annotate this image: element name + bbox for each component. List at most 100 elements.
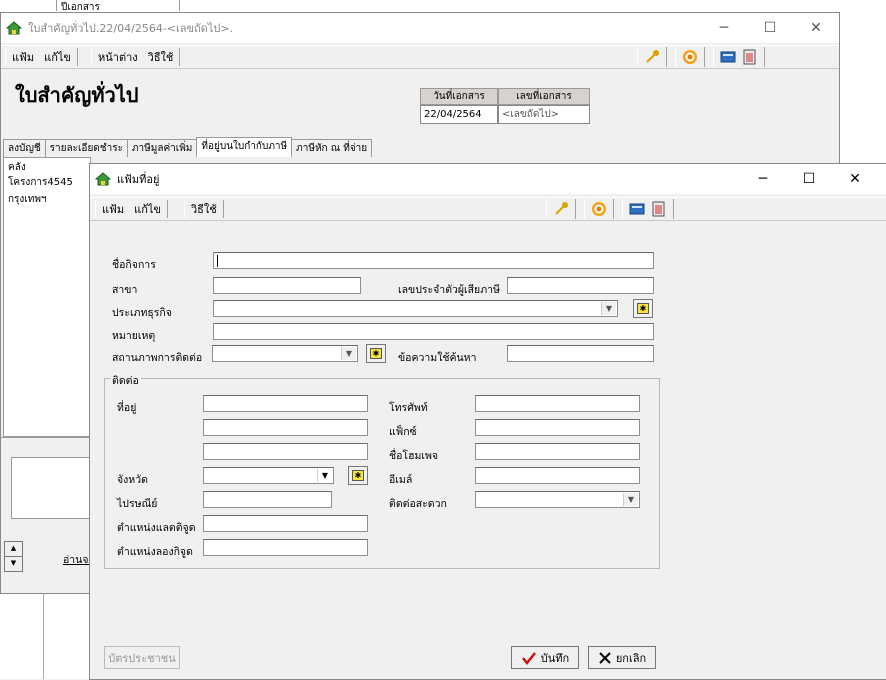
menu-help[interactable]: วิธีใช้ [148, 48, 174, 66]
background-area [838, 12, 886, 167]
dialog-title: แฟ้มที่อยู่ [117, 173, 160, 186]
background-area-left [0, 590, 90, 679]
cancel-button[interactable]: ยกเลิก [588, 646, 656, 669]
search-text-input[interactable] [507, 345, 654, 362]
chevron-down-icon[interactable]: ▼ [601, 302, 616, 315]
postcode-label: ไปรษณีย์ [117, 498, 158, 510]
menu-help[interactable]: วิธีใช้ [191, 200, 217, 218]
search-text-label: ข้อความใช้ค้นหา [398, 352, 477, 364]
target-icon[interactable] [591, 201, 607, 217]
province-label: จังหวัด [117, 474, 148, 486]
email-input[interactable] [475, 467, 640, 484]
notes-icon[interactable] [742, 49, 758, 65]
address-label: ที่อยู่ [117, 402, 137, 414]
chevron-down-icon[interactable]: ▼ [341, 347, 356, 360]
notes-icon[interactable] [651, 201, 667, 217]
menu-edit[interactable]: แก้ไข [44, 48, 71, 66]
memo-box[interactable] [11, 457, 91, 519]
tab-payment-detail[interactable]: รายละเอียดชำระ [44, 139, 128, 157]
address-line1-input[interactable] [203, 395, 368, 412]
folder-icon: ✱ [370, 348, 382, 359]
contact-status-label: สถานภาพการติดต่อ [112, 352, 203, 364]
id-card-button[interactable]: บัตรประชาชน [104, 646, 180, 669]
divider [1, 437, 89, 438]
business-type-select[interactable]: ▼ [213, 300, 618, 317]
background-divider [43, 590, 44, 679]
fax-label: แฟ็กซ์ [389, 426, 417, 438]
maximize-button[interactable]: ☐ [747, 13, 793, 43]
address-content-panel: คลังโครงการ4545 กรุงเทพฯ [3, 157, 91, 437]
chevron-down-icon[interactable]: ▼ [317, 469, 332, 482]
branch-input[interactable] [213, 277, 361, 294]
checkmark-icon [521, 651, 536, 665]
close-button[interactable]: ✕ [793, 13, 839, 43]
longitude-input[interactable] [203, 539, 368, 556]
key-icon[interactable] [644, 49, 660, 65]
menu-file[interactable]: แฟ้ม [12, 48, 34, 66]
folder-icon: ✱ [637, 303, 649, 314]
province-select[interactable]: ▼ [203, 467, 334, 484]
email-label: อีเมล์ [389, 474, 413, 486]
calculator-icon[interactable] [720, 49, 736, 65]
tab-posting[interactable]: ลงบัญชี [3, 139, 46, 157]
tab-vat[interactable]: ภาษีมูลค่าเพิ่ม [126, 139, 198, 157]
branch-label: สาขา [112, 284, 138, 296]
address-line3-input[interactable] [203, 443, 368, 460]
note-input[interactable] [213, 323, 654, 340]
menu-file[interactable]: แฟ้ม [102, 200, 124, 218]
note-label: หมายเหตุ [112, 330, 156, 342]
menu-window[interactable]: หน้าต่าง [98, 48, 138, 66]
longitude-label: ตำแหน่งลองกิจูด [117, 546, 193, 558]
minimize-button[interactable]: ─ [701, 13, 747, 43]
convenient-contact-select[interactable]: ▼ [475, 491, 640, 508]
business-type-label: ประเภทธุรกิจ [112, 307, 172, 319]
latitude-label: ตำแหน่งแลตติจูด [117, 522, 196, 534]
phone-input[interactable] [475, 395, 640, 412]
doc-date-field[interactable]: 22/04/2564 [420, 105, 498, 124]
minimize-button[interactable]: ─ [740, 164, 786, 194]
close-icon [599, 651, 611, 664]
spin-down-button[interactable]: ▼ [4, 556, 23, 572]
menu-edit[interactable]: แก้ไข [134, 200, 161, 218]
latitude-input[interactable] [203, 515, 368, 532]
business-type-browse-button[interactable]: ✱ [633, 299, 653, 318]
address-line-1: คลังโครงการ4545 [8, 162, 73, 188]
tab-invoice-address[interactable]: ที่อยู่บนใบกำกับภาษี [196, 137, 293, 157]
folder-icon: ✱ [352, 470, 364, 481]
voucher-menubar: แฟ้ม แก้ไข หน้าต่าง วิธีใช้ [1, 45, 839, 69]
tab-withholding-tax[interactable]: ภาษีหัก ณ ที่จ่าย [291, 139, 373, 157]
app-house-icon [6, 21, 22, 35]
chevron-down-icon[interactable]: ▼ [623, 493, 638, 506]
contact-group-label: ติดต่อ [110, 372, 141, 389]
key-icon[interactable] [553, 201, 569, 217]
page-title: ใบสำคัญทั่วไป [15, 83, 139, 107]
business-name-input[interactable] [213, 252, 654, 269]
homepage-input[interactable] [475, 443, 640, 460]
id-card-button-label: บัตรประชาชน [108, 651, 176, 665]
phone-label: โทรศัพท์ [389, 402, 428, 414]
spin-up-button[interactable]: ▲ [4, 541, 23, 557]
contact-status-select[interactable]: ▼ [212, 345, 358, 362]
tax-id-label: เลขประจำตัวผู้เสียภาษี [398, 284, 500, 296]
contact-status-browse-button[interactable]: ✱ [366, 344, 386, 363]
text-caret [217, 255, 218, 267]
fax-input[interactable] [475, 419, 640, 436]
maximize-button[interactable]: ☐ [786, 164, 832, 194]
homepage-label: ชื่อโฮมเพจ [389, 450, 439, 462]
province-browse-button[interactable]: ✱ [348, 466, 368, 485]
dialog-menubar: แฟ้ม แก้ไข วิธีใช้ [90, 197, 886, 221]
address-line2-input[interactable] [203, 419, 368, 436]
business-name-label: ชื่อกิจการ [112, 259, 156, 271]
doc-date-header: วันที่เอกสาร [420, 88, 498, 105]
calculator-icon[interactable] [629, 201, 645, 217]
target-icon[interactable] [682, 49, 698, 65]
voucher-tabs: ลงบัญชี รายละเอียดชำระ ภาษีมูลค่าเพิ่ม ท… [3, 137, 373, 157]
save-button[interactable]: บันทึก [511, 646, 579, 669]
doc-no-field[interactable]: <เลขถัดไป> [498, 105, 590, 124]
background-tab: ปีเอกสาร [56, 0, 180, 13]
postcode-input[interactable] [203, 491, 332, 508]
tax-id-input[interactable] [507, 277, 654, 294]
save-button-label: บันทึก [540, 651, 570, 665]
close-button[interactable]: ✕ [832, 164, 878, 194]
cancel-button-label: ยกเลิก [615, 651, 647, 665]
